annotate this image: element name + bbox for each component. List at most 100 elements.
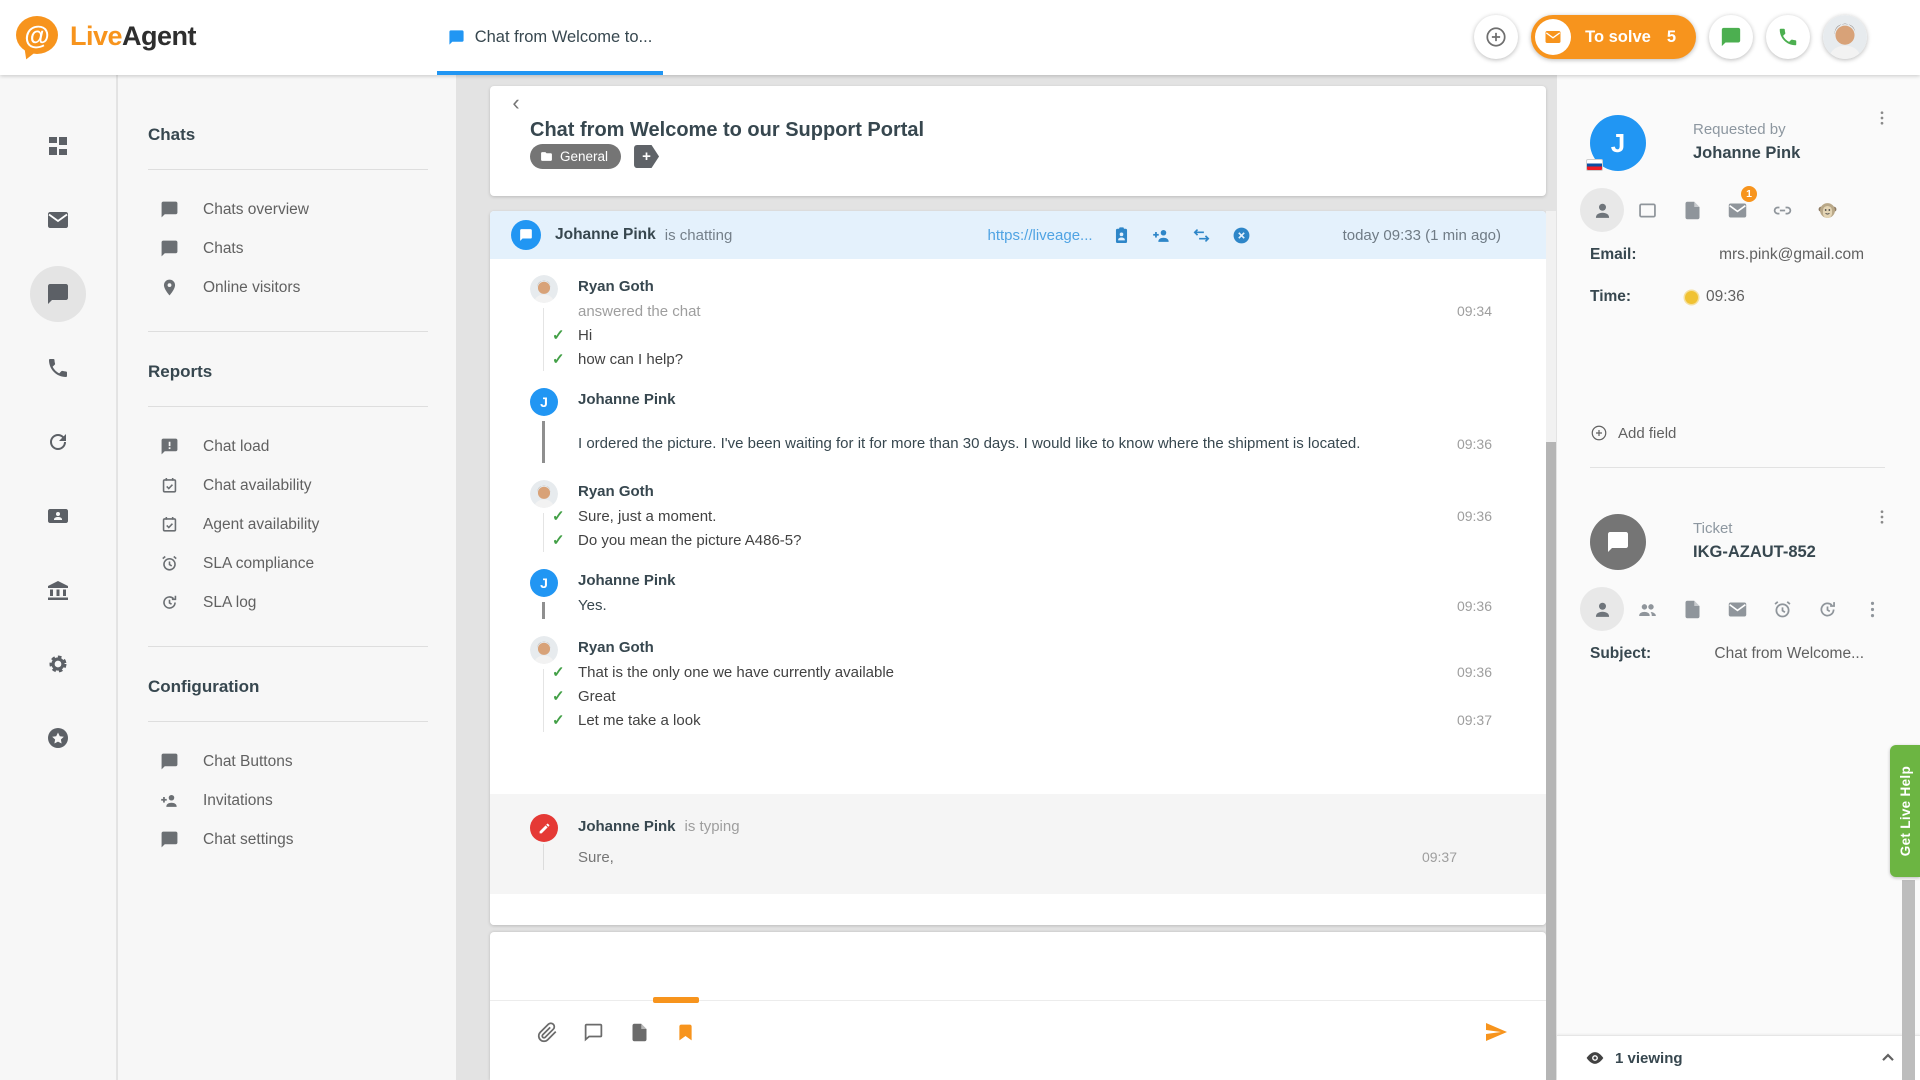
sidebar-item-chat-load[interactable]: Chat load [148, 427, 428, 466]
alarm-clock-icon [1772, 599, 1793, 620]
nav-section-title-reports: Reports [148, 362, 428, 382]
rail-item-gamification[interactable] [46, 726, 70, 750]
note-file-icon[interactable] [629, 1022, 650, 1043]
requester-tab-tickets[interactable]: 1 [1725, 198, 1749, 222]
requester-tab-mailchimp[interactable] [1815, 198, 1839, 222]
history-clock-icon [160, 593, 179, 612]
attachment-icon[interactable] [537, 1022, 558, 1043]
chat-message-agent: Ryan Goth answered the chat09:34 ✓Hi ✓ho… [490, 266, 1546, 379]
time-field-row: Time: 09:36 [1590, 288, 1885, 306]
message-author: Ryan Goth [578, 636, 1492, 660]
to-solve-button[interactable]: To solve 5 [1531, 15, 1696, 59]
ticket-tab-participants[interactable] [1635, 597, 1659, 621]
add-tag-button[interactable]: + [634, 145, 659, 168]
bookmark-icon[interactable] [675, 1022, 696, 1043]
requester-tab-browser[interactable] [1635, 198, 1659, 222]
refresh-icon [46, 430, 70, 454]
sidebar-item-sla-compliance[interactable]: SLA compliance [148, 544, 428, 583]
chat-icon [160, 830, 179, 849]
back-button[interactable]: ‹ [504, 90, 528, 114]
typing-text: Sure, [578, 849, 614, 866]
ticket-tab-mail[interactable] [1725, 597, 1749, 621]
ticket-code: IKG-AZAUT-852 [1693, 543, 1816, 562]
sidebar-item-chat-buttons[interactable]: Chat Buttons [148, 742, 428, 781]
requester-tab-related[interactable] [1770, 198, 1794, 222]
divider [1590, 467, 1885, 468]
message-list: Ryan Goth answered the chat09:34 ✓Hi ✓ho… [490, 259, 1546, 780]
window-scrollbar-thumb[interactable] [1902, 880, 1915, 1080]
rail-item-calls[interactable] [46, 356, 70, 380]
viewing-bar[interactable]: 1 viewing [1557, 1035, 1920, 1080]
send-button[interactable] [1484, 1020, 1508, 1044]
chat-message-customer: J Johanne Pink Yes.09:36 [490, 560, 1546, 627]
contact-card-icon [46, 504, 70, 528]
department-tag[interactable]: General [530, 144, 621, 169]
sidebar-item-agent-availability[interactable]: Agent availability [148, 505, 428, 544]
sidebar-item-invitations[interactable]: Invitations [148, 781, 428, 820]
requester-tab-notes[interactable] [1680, 198, 1704, 222]
nav-label: Chat Buttons [203, 753, 293, 771]
local-time-icon [1685, 291, 1698, 304]
chat-scrollbar-thumb[interactable] [1546, 442, 1556, 1080]
sidebar-item-chats[interactable]: Chats [148, 229, 428, 268]
user-avatar[interactable] [1823, 15, 1867, 59]
more-vertical-icon [1873, 109, 1891, 127]
sidebar-item-chat-settings[interactable]: Chat settings [148, 820, 428, 859]
invite-agent-icon[interactable] [1152, 226, 1171, 245]
chats-status-button[interactable] [1709, 15, 1753, 59]
message-time: 09:36 [1457, 593, 1492, 619]
composer-toolbar [490, 1001, 1546, 1063]
alarm-clock-icon [160, 554, 179, 573]
visitor-details-icon[interactable] [1112, 226, 1131, 245]
to-solve-label: To solve [1585, 28, 1651, 47]
calls-status-button[interactable] [1766, 15, 1810, 59]
composer-input-area[interactable] [490, 932, 1546, 1001]
ticket-tab-notes[interactable] [1680, 597, 1704, 621]
chevron-up-icon[interactable] [1878, 1048, 1898, 1068]
add-field-button[interactable]: Add field [1590, 424, 1885, 442]
typing-time: 09:37 [1422, 849, 1457, 865]
delivered-check-icon: ✓ [552, 326, 578, 344]
ticket-tab-details[interactable] [1590, 597, 1614, 621]
rail-item-billing[interactable] [46, 578, 70, 602]
get-live-help-tab[interactable]: Get Live Help [1890, 745, 1920, 877]
ticket-tab-history[interactable] [1815, 597, 1839, 621]
subject-field-row: Subject: Chat from Welcome... [1590, 645, 1885, 663]
new-ticket-button[interactable] [1474, 15, 1518, 59]
sidebar-item-chats-overview[interactable]: Chats overview [148, 190, 428, 229]
department-tag-label: General [560, 149, 608, 164]
chat-scrollbar[interactable] [1546, 211, 1556, 1080]
nav-label: SLA log [203, 594, 256, 612]
time-label: Time: [1590, 288, 1685, 306]
requester-tab-profile[interactable] [1590, 198, 1614, 222]
message-author: Johanne Pink [578, 388, 1492, 412]
rail-item-settings[interactable] [46, 652, 70, 676]
chat-icon [448, 29, 465, 46]
rail-item-contacts[interactable] [46, 504, 70, 528]
rail-item-tickets[interactable] [46, 208, 70, 232]
tab-chat-from-welcome[interactable]: Chat from Welcome to... [437, 0, 663, 75]
ticket-menu-button[interactable] [1873, 508, 1891, 526]
sidebar-item-chat-availability[interactable]: Chat availability [148, 466, 428, 505]
sidebar-item-sla-log[interactable]: SLA log [148, 583, 428, 622]
nav-label: Online visitors [203, 279, 300, 297]
sidebar-item-online-visitors[interactable]: Online visitors [148, 268, 428, 307]
nav-list-configuration: Chat Buttons Invitations Chat settings [148, 742, 428, 859]
rail-item-automation[interactable] [46, 430, 70, 454]
ticket-tab-sla[interactable] [1770, 597, 1794, 621]
message-text: Great [578, 688, 616, 705]
rail-item-chats[interactable] [46, 282, 70, 306]
nav-section-title-chats: Chats [148, 125, 428, 145]
transfer-chat-icon[interactable] [1192, 226, 1211, 245]
close-chat-icon[interactable] [1232, 226, 1251, 245]
requester-card: J Requested by Johanne Pink [1590, 115, 1885, 171]
ticket-tab-more[interactable] [1860, 597, 1884, 621]
liveagent-logo[interactable]: @ LiveAgent [14, 14, 196, 58]
nav-label: Invitations [203, 792, 273, 810]
chat-status-banner: Johanne Pink is chatting https://liveage… [490, 211, 1546, 259]
file-icon [1682, 200, 1703, 221]
requester-menu-button[interactable] [1873, 109, 1891, 127]
canned-message-icon[interactable] [583, 1022, 604, 1043]
visitor-page-link[interactable]: https://liveage... [988, 227, 1093, 244]
rail-item-dashboard[interactable] [46, 134, 70, 158]
